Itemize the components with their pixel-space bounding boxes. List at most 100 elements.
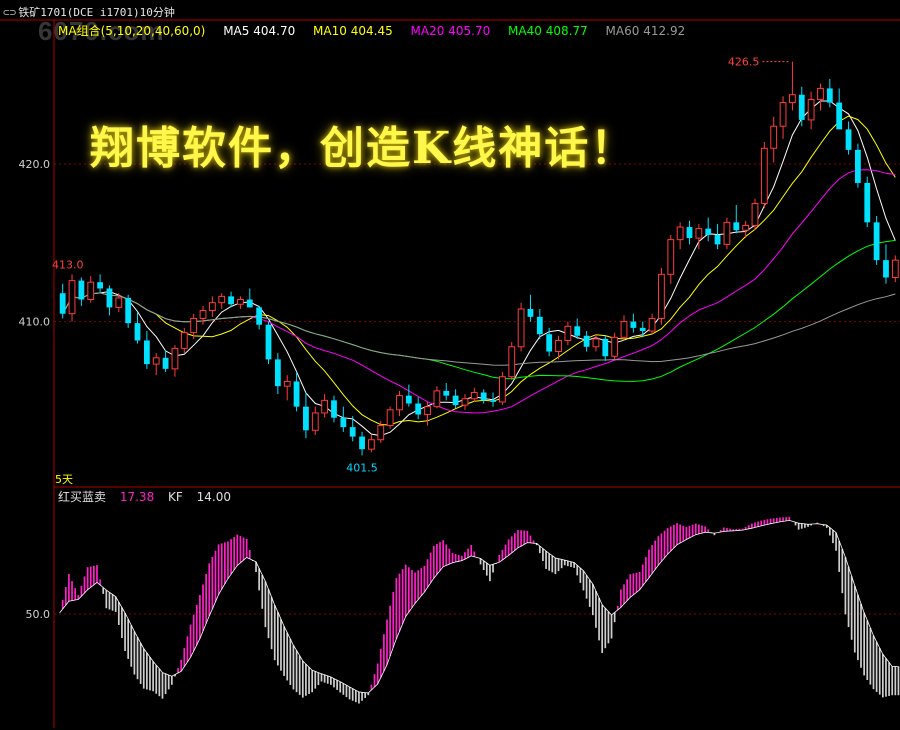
candle-body-down	[452, 395, 459, 406]
candle-body-down	[826, 88, 833, 103]
indicator-name[interactable]: 红买蓝卖	[58, 490, 106, 504]
candle-body-up	[751, 202, 759, 226]
ma-group-label[interactable]: MA组合(5,10,20,40,60,0)	[58, 24, 205, 38]
ma5-legend: MA5 404.70	[223, 24, 295, 38]
candle-body-up	[658, 273, 665, 319]
ma40-legend: MA40 408.77	[508, 24, 588, 38]
candle-body-down	[686, 227, 693, 239]
candle-body-up	[555, 339, 562, 353]
candle-body-down	[602, 338, 609, 357]
kline-chart[interactable]: 420.0 410.0 426.5 401.5 413.0 5天 50.0	[0, 0, 900, 730]
period-label: 5天	[55, 473, 73, 486]
ma60-line	[62, 292, 896, 366]
candle-body-down	[705, 228, 712, 235]
kf-value: 14.00	[196, 490, 231, 504]
left-price-label: 413.0	[52, 258, 84, 271]
candle-body-up	[377, 425, 385, 441]
ma40-value: 408.77	[545, 24, 588, 38]
candle-body-down	[78, 280, 85, 300]
candle-body-down	[228, 296, 234, 305]
candle-body-down	[798, 94, 805, 120]
candle-body-down	[527, 308, 534, 317]
candle-body-up	[386, 409, 394, 427]
candle-body-down	[639, 327, 646, 332]
candle-body-up	[396, 395, 403, 411]
candle-body-down	[415, 403, 422, 415]
candle-body-down	[293, 381, 300, 407]
ma5-value: 404.70	[253, 24, 296, 38]
candle-body-up	[237, 299, 244, 305]
ma10-label: MA10	[313, 24, 347, 38]
candle-body-up	[424, 406, 431, 416]
candle-body-down	[845, 129, 852, 150]
indicator-baseline	[59, 519, 899, 694]
candle-body-up	[564, 325, 572, 341]
candle-body-down	[836, 102, 843, 130]
candle-body-down	[256, 307, 263, 325]
candle-body-up	[620, 321, 628, 338]
candle-body-down	[265, 324, 272, 360]
candle-body-up	[508, 346, 516, 378]
candle-body-down	[143, 340, 150, 365]
indicator-histogram	[59, 516, 900, 704]
lock-icon[interactable]: ⊂⊃	[3, 6, 16, 19]
candle-body-down	[536, 316, 543, 335]
candle-body-up	[208, 302, 216, 312]
candle-body-up	[891, 259, 899, 278]
ma-legend: MA组合(5,10,20,40,60,0) MA5 404.70 MA10 40…	[58, 22, 699, 39]
candle-body-down	[443, 390, 450, 396]
candle-body-up	[152, 357, 160, 365]
candle-body-up	[742, 224, 750, 231]
candle-body-up	[171, 347, 179, 370]
candle-body-down	[134, 323, 141, 341]
candle-body-up	[461, 398, 469, 406]
candle-body-up	[517, 308, 525, 348]
candle-body-down	[854, 149, 861, 183]
candle-body-up	[592, 338, 600, 348]
candle-body-down	[480, 392, 487, 401]
candle-body-down	[883, 260, 889, 278]
candle-body-down	[714, 234, 721, 245]
candle-body-up	[817, 87, 824, 100]
ma10-legend: MA10 404.45	[313, 24, 393, 38]
candle-body-down	[546, 334, 553, 352]
candle-body-up	[789, 94, 796, 104]
ma60-legend: MA60 412.92	[606, 24, 686, 38]
candle-body-down	[125, 297, 132, 324]
candle-body-up	[321, 399, 329, 414]
candle-body-up	[760, 147, 768, 204]
low-price-label: 401.5	[346, 461, 378, 474]
candle-body-up	[115, 297, 123, 308]
price-grid	[54, 163, 900, 615]
candle-body-up	[199, 310, 207, 319]
high-price-label: 426.5	[728, 56, 760, 69]
candle-body-down	[359, 436, 365, 450]
promo-slogan: 翔博软件，创造K线神话！	[90, 123, 637, 174]
ma40-line	[62, 239, 896, 382]
indicator-value: 17.38	[119, 490, 155, 504]
candle-body-up	[667, 239, 675, 275]
candle-body-up	[311, 412, 319, 431]
candle-body-up	[433, 390, 441, 408]
ma60-label: MA60	[605, 24, 640, 38]
candle-body-up	[470, 391, 478, 400]
candle-body-down	[583, 335, 590, 347]
candle-body-down	[246, 299, 253, 308]
candle-body-up	[723, 221, 731, 245]
ma20-label: MA20	[410, 24, 445, 38]
candle-body-up	[676, 226, 684, 241]
price-tick-0: 420.0	[19, 158, 51, 171]
candle-body-up	[87, 281, 95, 301]
candle-body-up	[68, 280, 76, 315]
candle-body-up	[368, 439, 375, 450]
candle-body-up	[648, 317, 656, 332]
candle-body-down	[303, 406, 309, 431]
candle-body-up	[498, 376, 506, 403]
ma60-value: 412.92	[643, 24, 686, 38]
indicator-legend: 红买蓝卖 17.38 KF 14.00	[58, 488, 241, 505]
candle-body-down	[162, 357, 169, 369]
ma40-label: MA40	[508, 24, 542, 38]
indicator-tick: 50.0	[26, 608, 51, 621]
candle-body-down	[106, 288, 113, 308]
kf-label: KF	[168, 490, 183, 504]
